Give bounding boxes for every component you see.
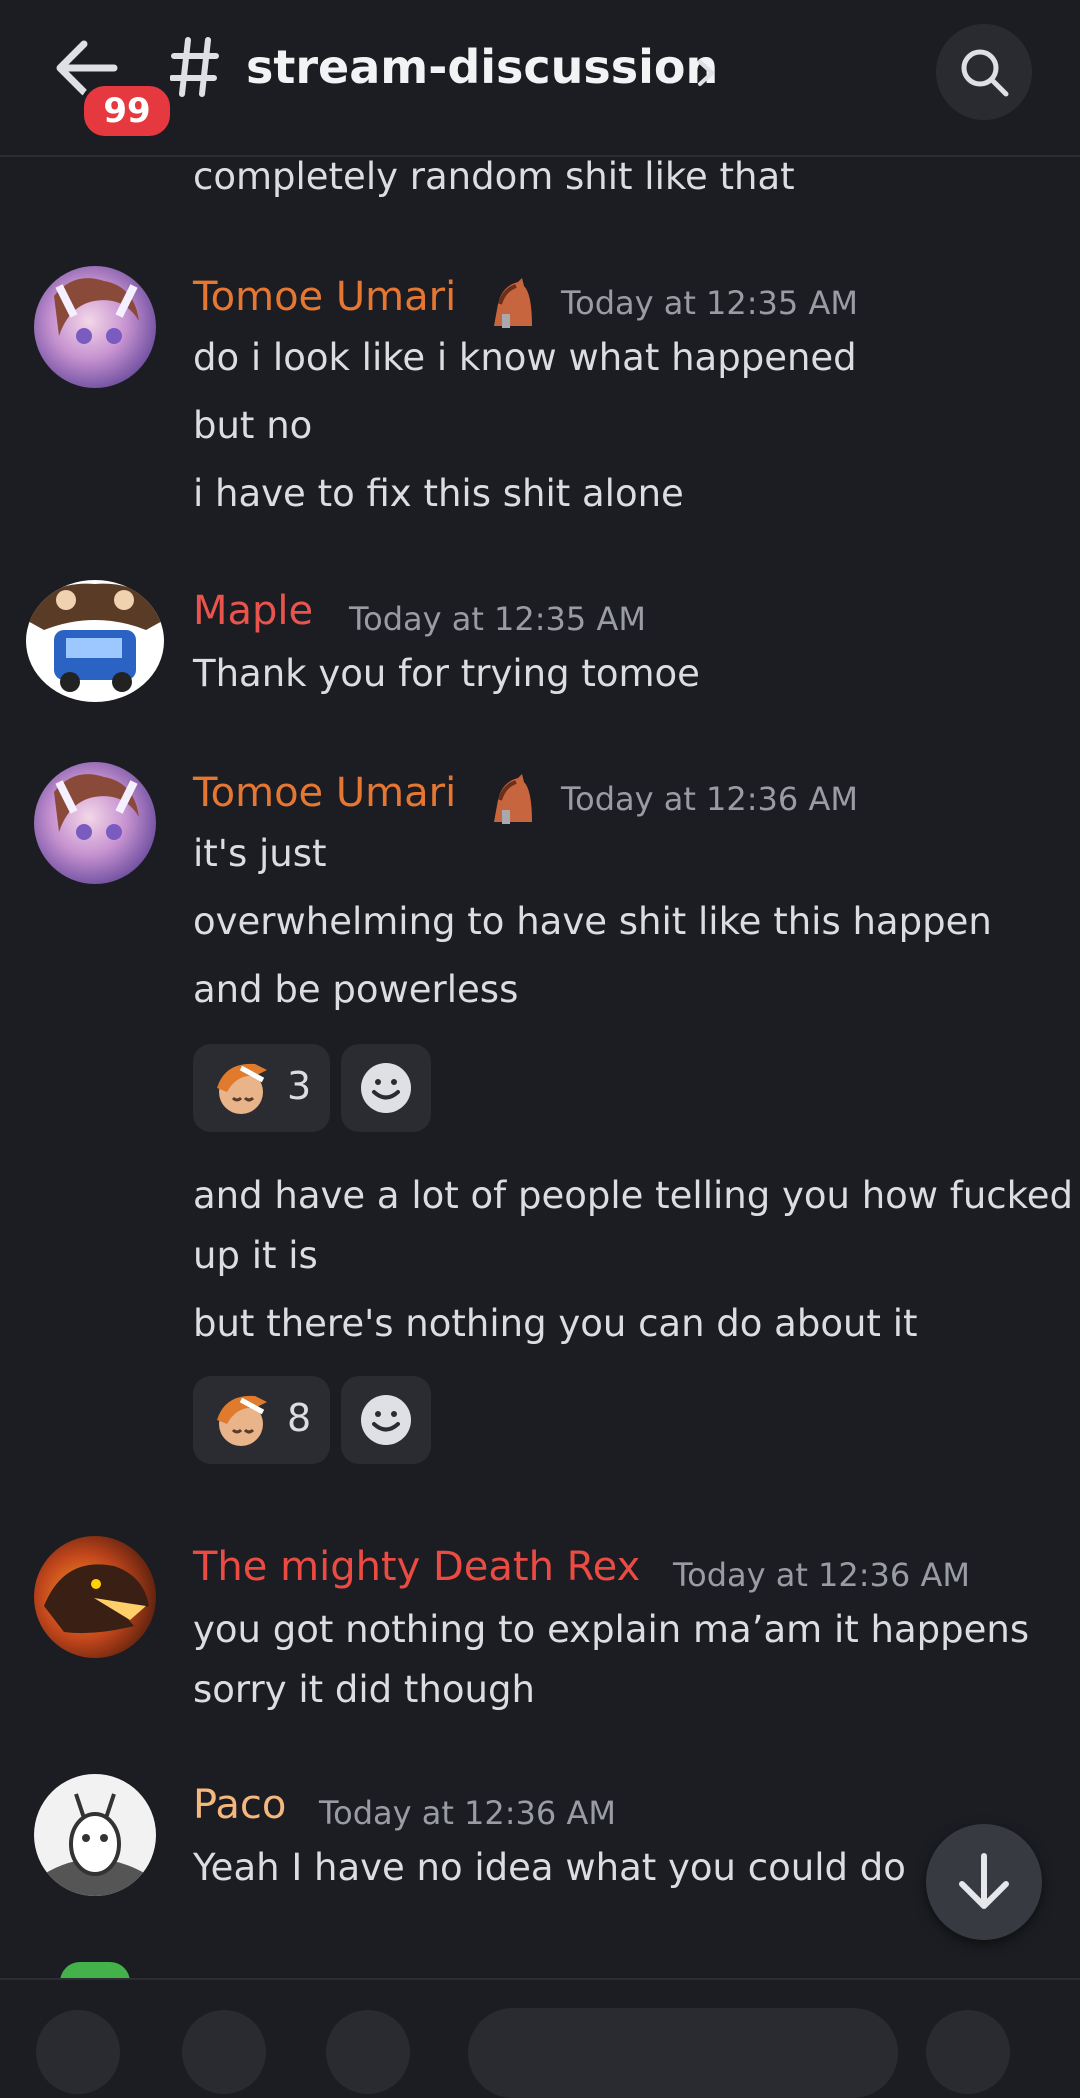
author-name[interactable]: Tomoe Umari [193,770,456,816]
search-button[interactable] [936,24,1032,120]
message-line: Thank you for trying tomoe [193,652,700,695]
message-timestamp: Today at 12:36 AM [319,1794,616,1832]
message-timestamp: Today at 12:36 AM [561,780,858,818]
smiley-add-icon [361,1063,411,1113]
hash-icon [170,37,219,97]
voice-button[interactable] [926,2010,1010,2094]
jump-to-bottom-button[interactable] [926,1824,1042,1940]
message-timestamp: Today at 12:35 AM [561,284,858,322]
message-line: you got nothing to explain ma’am it happ… [193,1608,1030,1651]
smiley-add-icon [361,1395,411,1445]
avatar-maple[interactable] [26,580,164,702]
message-timestamp: Today at 12:36 AM [673,1556,970,1594]
add-reaction-button[interactable] [341,1044,431,1132]
message-line: overwhelming to have shit like this happ… [193,900,992,943]
message-line: up it is [193,1234,318,1277]
avatar-tomoe-umari[interactable] [34,762,156,884]
message-line: and have a lot of people telling you how… [193,1174,1073,1217]
emoji-face-icon [217,1063,267,1114]
message-line: Yeah I have no idea what you could do [193,1846,906,1889]
author-name[interactable]: Maple [193,588,313,634]
message-line: and be powerless [193,968,519,1011]
message-line: but there's nothing you can do about it [193,1302,918,1345]
chevron-right-icon[interactable] [694,58,718,88]
horse-icon [494,278,532,328]
reaction-button[interactable]: 8 [193,1376,330,1464]
reaction-count: 3 [287,1064,312,1108]
avatar-image [44,1564,149,1634]
avatar-paco[interactable] [34,1774,156,1896]
add-reaction-button[interactable] [341,1376,431,1464]
arrow-down-icon [959,1853,1009,1909]
avatar-image [54,774,139,840]
channel-header: 99 stream-discussion [0,0,1080,157]
attach-button[interactable] [36,2010,120,2094]
unread-badge: 99 [80,82,174,140]
author-name[interactable]: Paco [193,1782,286,1828]
apps-button[interactable] [182,2010,266,2094]
search-icon [961,49,1009,97]
message-timestamp: Today at 12:35 AM [349,600,646,638]
author-name[interactable]: Tomoe Umari [193,274,456,320]
avatar-image [54,278,139,344]
message-line: it's just [193,832,327,875]
message-line: do i look like i know what happened [193,336,857,379]
reaction-count: 8 [287,1396,312,1440]
reaction-button[interactable]: 3 [193,1044,330,1132]
horse-icon [494,774,532,824]
message-line: completely random shit like that [193,155,795,198]
message-line: i have to fix this shit alone [193,472,684,515]
composer-bar [0,1978,1080,2098]
message-line: sorry it did though [193,1668,535,1711]
avatar-image [44,1793,146,1896]
gift-button[interactable] [326,2010,410,2094]
avatar-image [26,583,164,692]
avatar-death-rex[interactable] [34,1536,156,1658]
message-input[interactable] [468,2008,898,2098]
avatar-tomoe-umari[interactable] [34,266,156,388]
author-name[interactable]: The mighty Death Rex [193,1544,640,1590]
message-line: but no [193,404,313,447]
channel-title[interactable]: stream-discussion [246,40,718,94]
emoji-face-icon [217,1395,267,1446]
